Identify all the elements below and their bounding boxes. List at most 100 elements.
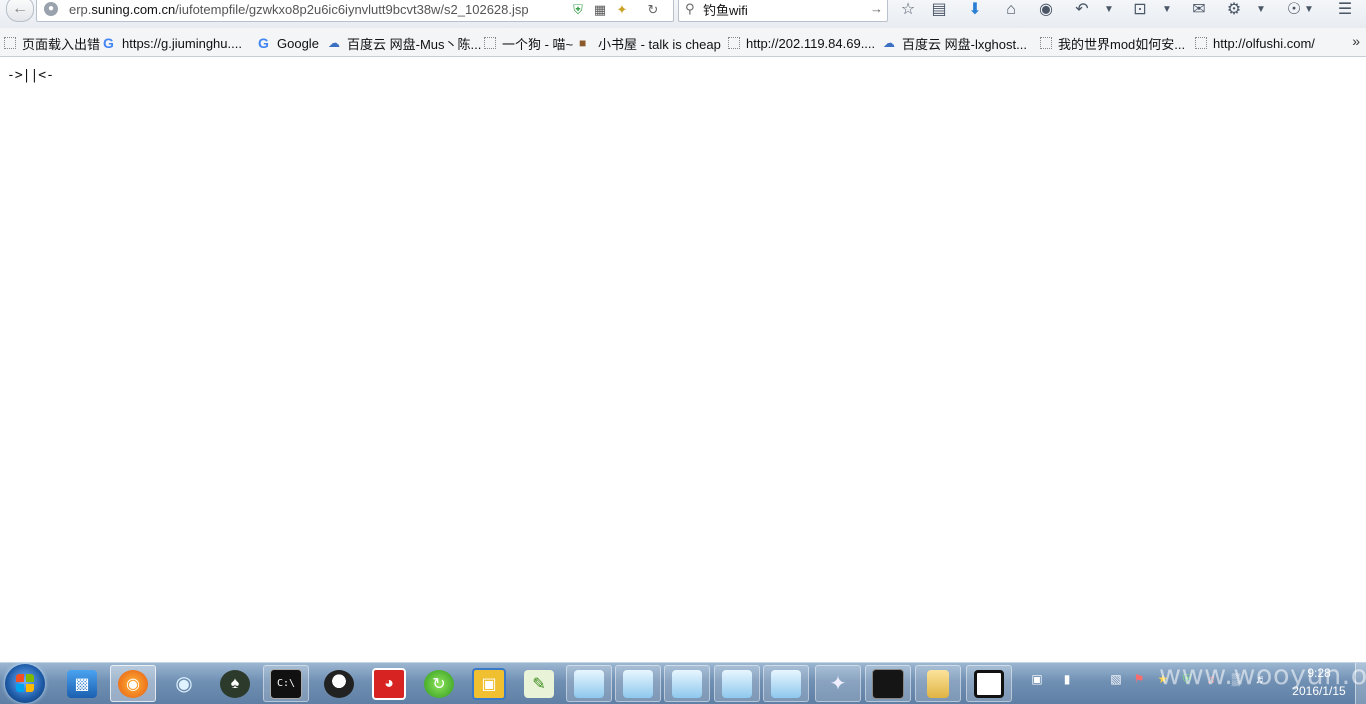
- bookmark-item[interactable]: ☁ 百度云 网盘-Mus丶陈...: [328, 34, 481, 52]
- bookmark-star-icon[interactable]: ☆: [897, 1, 919, 19]
- bookmark-item[interactable]: G Google: [258, 34, 319, 52]
- folder-icon: [927, 669, 949, 698]
- site-identity-icon[interactable]: ●: [44, 2, 58, 16]
- url-bar[interactable]: ● erp.suning.com.cn/iufotempfile/gzwkxo8…: [36, 0, 674, 22]
- bookmark-item[interactable]: ☁ 百度云 网盘-lxghost...: [883, 34, 1027, 52]
- tray-shield-icon[interactable]: ⛨: [1179, 671, 1195, 687]
- taskbar-app-notepad-1[interactable]: [566, 665, 612, 702]
- blank-page-icon: [1195, 37, 1207, 49]
- volume-icon[interactable]: ♫: [1203, 671, 1219, 687]
- headphones-icon: ◕: [372, 667, 406, 700]
- shield-icon[interactable]: ⛨: [570, 2, 586, 18]
- crop-icon[interactable]: ⊡: [1129, 1, 1151, 19]
- undo-icon[interactable]: ↶: [1071, 1, 1093, 19]
- bookmark-item[interactable]: 一个狗 - 喵~: [484, 34, 573, 52]
- reading-list-icon[interactable]: ▤: [928, 1, 950, 19]
- page-content: ->||<-: [0, 57, 1366, 662]
- terminal-icon: C:\: [270, 668, 302, 699]
- network-icon[interactable]: ▒: [1228, 671, 1244, 687]
- search-go-icon[interactable]: →: [870, 1, 883, 16]
- navigation-toolbar: ← ● erp.suning.com.cn/iufotempfile/gzwkx…: [0, 0, 1366, 28]
- chevron-down-icon[interactable]: ▼: [1298, 1, 1320, 19]
- extension-icon[interactable]: ✦: [614, 2, 630, 18]
- taskbar-app-folder[interactable]: [915, 665, 961, 702]
- notepad-icon: [623, 669, 653, 698]
- taskbar-app-notepad-3[interactable]: [664, 665, 710, 702]
- bookmarks-toolbar: 页面载入出错 Ghttps://g.jiuminghu.... G Google …: [0, 28, 1366, 57]
- taskbar-app-firefox[interactable]: ◉: [110, 665, 156, 702]
- chevron-down-icon[interactable]: ▼: [1250, 1, 1272, 19]
- home-icon[interactable]: ⌂: [1000, 1, 1022, 19]
- taskbar-app-ninja[interactable]: ♠: [212, 665, 258, 702]
- tray-antivirus-icon[interactable]: ⚑: [1131, 671, 1147, 687]
- bookmark-item[interactable]: Ghttps://g.jiuminghu....: [103, 34, 242, 52]
- speech-bubble-icon[interactable]: ✉: [1188, 1, 1210, 19]
- taskbar-app-notepad-plus[interactable]: ✎: [516, 665, 562, 702]
- start-button[interactable]: [5, 664, 45, 703]
- back-button[interactable]: ←: [6, 0, 34, 22]
- bird-icon: ✦: [829, 673, 847, 695]
- bookmark-item[interactable]: http://olfushi.com/: [1195, 34, 1315, 52]
- download-icon[interactable]: ⬇: [964, 1, 986, 19]
- clock-time[interactable]: 9:28: [1284, 666, 1354, 680]
- dark-window-icon: [872, 668, 904, 699]
- qr-code-icon[interactable]: ▦: [592, 2, 608, 18]
- chevron-down-icon[interactable]: ▼: [1098, 1, 1120, 19]
- refresh-icon: ↻: [424, 669, 454, 698]
- taskbar-app-dark-window[interactable]: [865, 665, 911, 702]
- search-icon: ⚲: [685, 1, 695, 16]
- tray-dock-icon[interactable]: ▧: [1108, 671, 1124, 687]
- notepad-icon: [722, 669, 752, 698]
- baidu-cloud-icon: ☁: [328, 36, 340, 50]
- tray-window-icon[interactable]: ▮: [1059, 671, 1075, 687]
- chevron-down-icon[interactable]: ▼: [1156, 1, 1178, 19]
- taskbar: ▩ ◉ ◉ ♠ C:\ ◕ ↻ ▣ ✎ ✦ ▣ ▮ ▧ ⚑ ★ ⛨ ♫ ▒ ♬: [0, 662, 1366, 704]
- taskbar-app-bird[interactable]: ✦: [815, 665, 861, 702]
- windows-logo-icon: [16, 674, 34, 692]
- virtual-machine-icon: ▣: [472, 667, 506, 700]
- taskbar-app-cmd[interactable]: C:\: [263, 665, 309, 702]
- tray-star-icon[interactable]: ★: [1155, 671, 1171, 687]
- taskbar-app-updater[interactable]: ↻: [416, 665, 462, 702]
- url-text[interactable]: erp.suning.com.cn/iufotempfile/gzwkxo8p2…: [69, 2, 529, 17]
- show-desktop-button[interactable]: [1355, 663, 1366, 704]
- ninja-icon: ♠: [220, 669, 250, 698]
- blank-page-icon: [484, 37, 496, 49]
- window-icon: [974, 669, 1004, 698]
- notepad-plus-icon: ✎: [524, 669, 554, 698]
- google-icon: G: [258, 35, 269, 51]
- menu-icon[interactable]: ☰: [1334, 1, 1356, 19]
- google-icon: G: [103, 35, 114, 51]
- plugin-icon[interactable]: ⚙: [1223, 1, 1245, 19]
- taskbar-app-notepad-5[interactable]: [763, 665, 809, 702]
- bookmark-item[interactable]: http://202.119.84.69....: [728, 34, 875, 52]
- blank-page-icon: [728, 37, 740, 49]
- bookmark-item[interactable]: ■ 小书屋 - talk is cheap: [579, 34, 721, 52]
- taskbar-app-qq[interactable]: [316, 665, 362, 702]
- monitor-icon: ▩: [67, 669, 97, 698]
- taskbar-app-notepad-2[interactable]: [615, 665, 661, 702]
- notepad-icon: [672, 669, 702, 698]
- bookmark-item[interactable]: 页面载入出错: [4, 34, 100, 52]
- house-icon: ■: [579, 36, 587, 50]
- search-bar[interactable]: ⚲ →: [678, 0, 888, 22]
- back-arrow-icon: ←: [12, 0, 28, 17]
- page-body-text: ->||<-: [7, 68, 54, 83]
- reload-icon[interactable]: ↻: [645, 2, 661, 18]
- taskbar-app-remote-desktop[interactable]: ▩: [59, 665, 105, 702]
- taskbar-app-vm[interactable]: ▣: [466, 665, 512, 702]
- taskbar-app-music[interactable]: ◕: [366, 665, 412, 702]
- speaker-icon[interactable]: ♬: [1253, 671, 1269, 687]
- chevron-right-icon[interactable]: »: [1352, 33, 1360, 49]
- search-input[interactable]: [703, 2, 863, 17]
- clock-date[interactable]: 2016/1/15: [1284, 684, 1354, 698]
- penguin-icon: [324, 669, 354, 698]
- notepad-icon: [771, 669, 801, 698]
- tray-app-icon[interactable]: ▣: [1029, 671, 1045, 687]
- blank-page-icon: [4, 37, 16, 49]
- taskbar-app-notepad-4[interactable]: [714, 665, 760, 702]
- taskbar-app-eye[interactable]: ◉: [161, 665, 207, 702]
- chat-icon[interactable]: ◉: [1035, 1, 1057, 19]
- bookmark-item[interactable]: 我的世界mod如何安...: [1040, 34, 1185, 52]
- taskbar-app-blank-window[interactable]: [966, 665, 1012, 702]
